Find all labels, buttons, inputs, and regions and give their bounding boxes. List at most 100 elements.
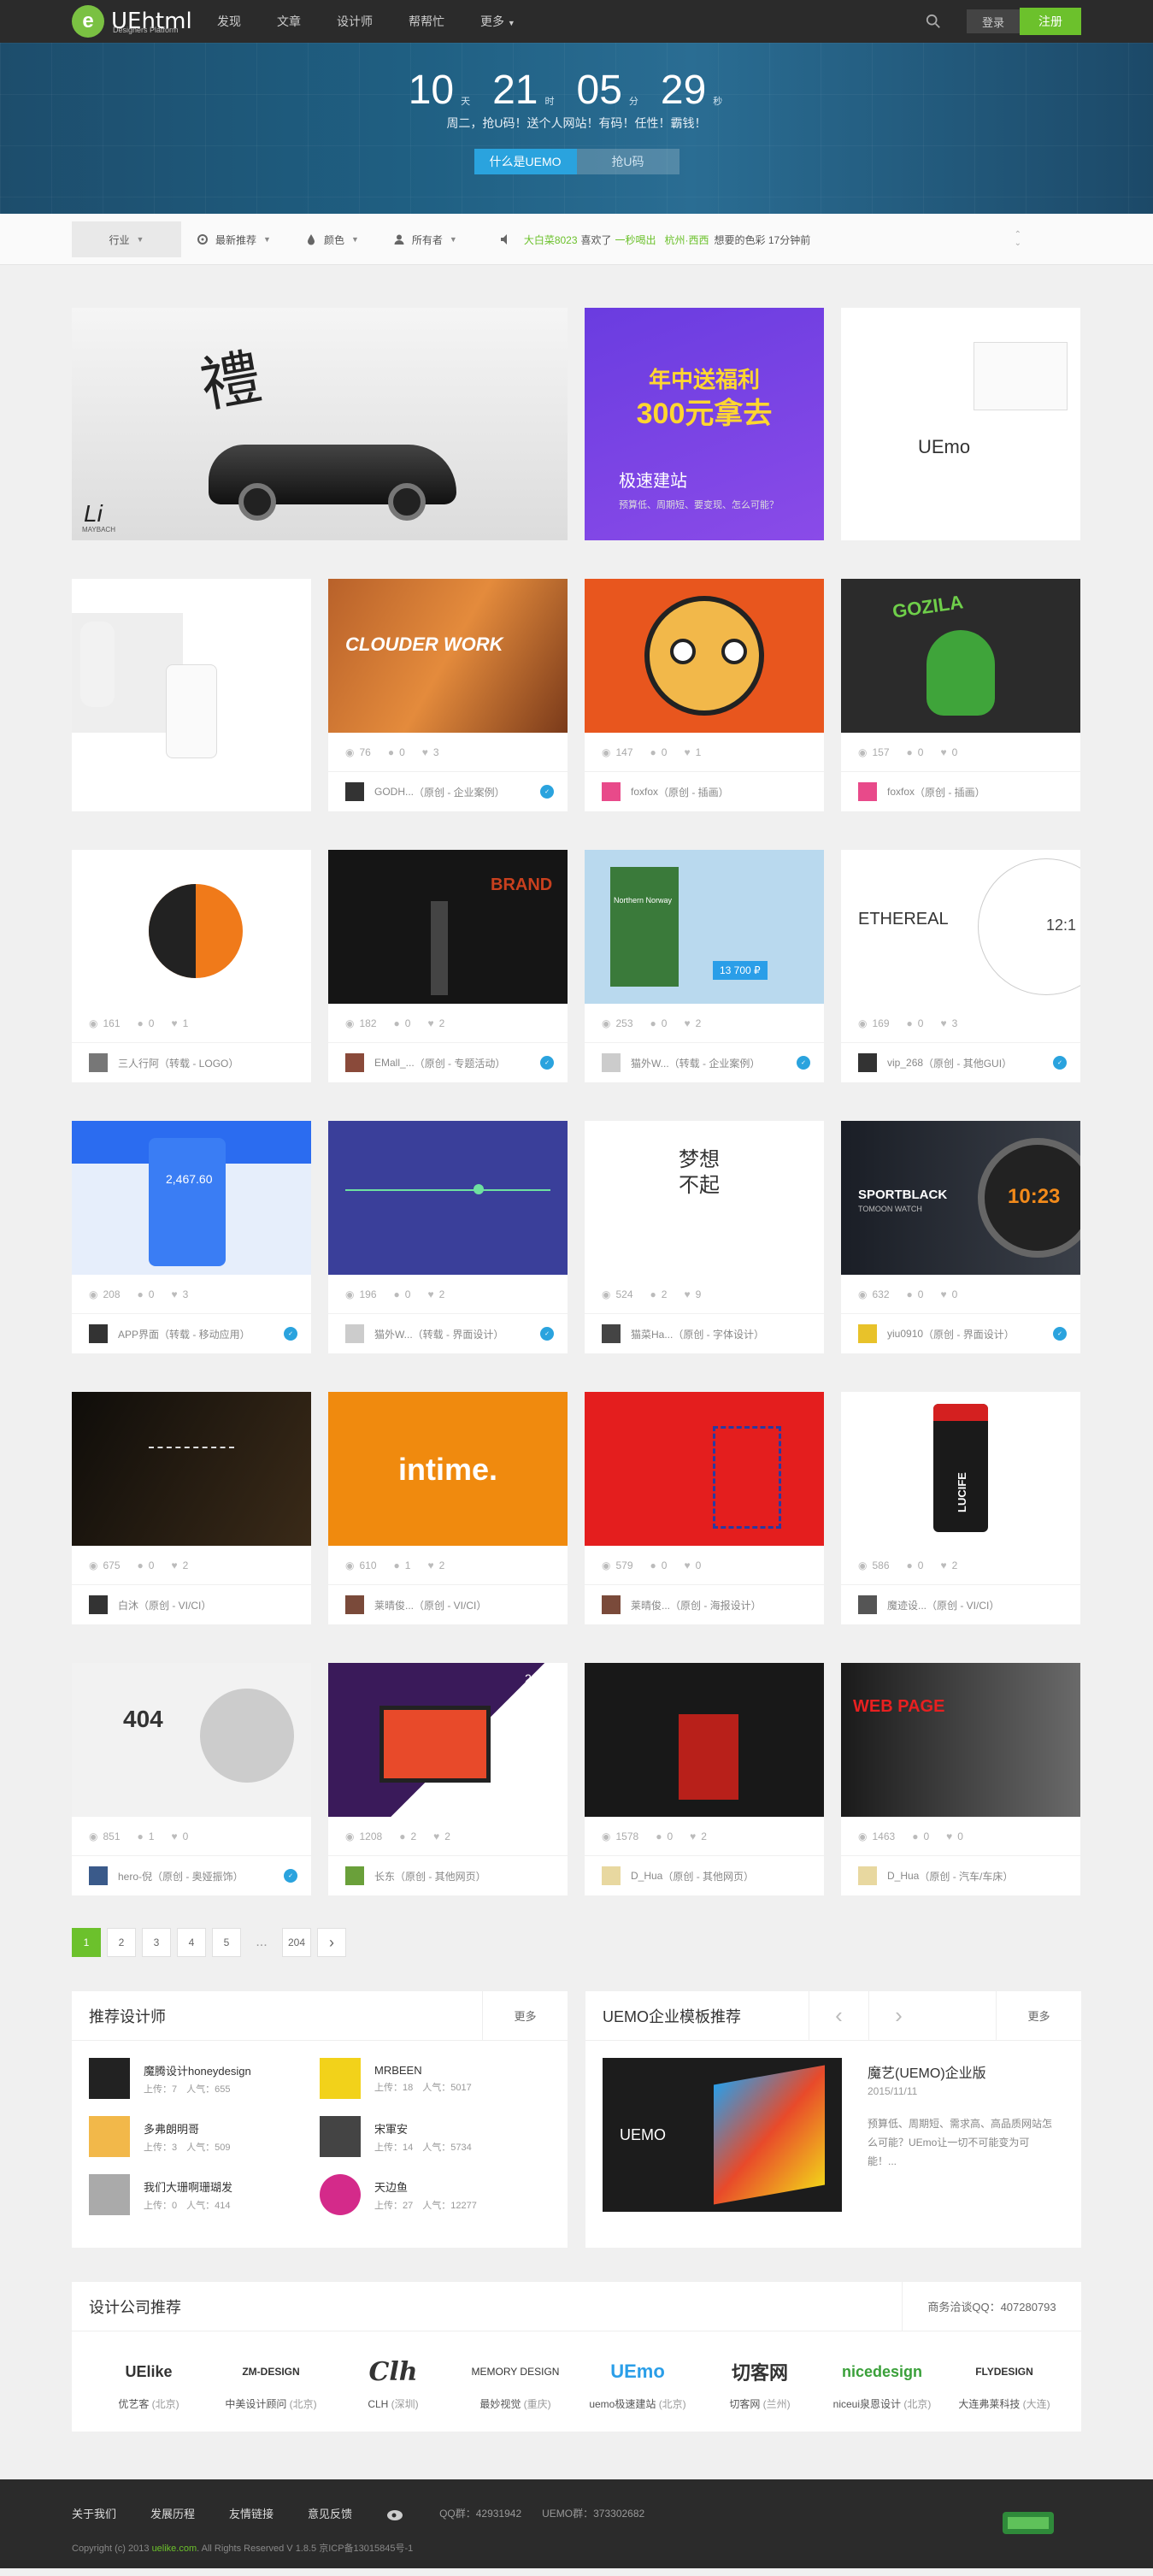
work-card[interactable]: 404 ◉ 851 ● 1 ♥ 0 hero-倪 （原创 - 奥娅振饰） ✓	[72, 1663, 311, 1895]
footer-link-friends[interactable]: 友情链接	[229, 2505, 274, 2521]
logo[interactable]: e UEhtml Designers Platform	[72, 0, 209, 43]
owner-filter[interactable]: 所有者 ▼	[393, 233, 457, 247]
color-filter[interactable]: 颜色 ▼	[305, 233, 359, 247]
work-thumbnail[interactable]: ETHEREAL 12:1	[841, 850, 1080, 1004]
nav-link-more[interactable]: 更多 ▼	[480, 13, 515, 30]
work-card[interactable]: 2016 ◉ 1208 ● 2 ♥ 2 长东 （原创 - 其他网页）	[328, 1663, 568, 1895]
work-card[interactable]: BRAND ◉ 182 ● 0 ♥ 2 EMall_... （原创 - 专题活动） ✓	[328, 850, 568, 1082]
avatar[interactable]	[345, 1324, 364, 1343]
work-card[interactable]	[72, 579, 311, 811]
author-name[interactable]: APP界面	[118, 1327, 159, 1341]
avatar[interactable]	[602, 782, 621, 801]
avatar[interactable]	[89, 1595, 108, 1614]
author-name[interactable]: foxfox	[631, 786, 658, 798]
next-page-button[interactable]: ›	[317, 1928, 346, 1957]
work-thumbnail[interactable]: 梦想 不起	[585, 1121, 824, 1275]
industry-filter[interactable]: 行业 ▼	[72, 221, 181, 257]
designer-item[interactable]: 宋軍安 上传：14 人气：5734	[320, 2116, 550, 2157]
designer-item[interactable]: 我们大珊啊珊瑚发 上传：0 人气：414	[89, 2174, 320, 2215]
ticker-user[interactable]: 大白菜8023	[524, 233, 578, 247]
avatar[interactable]	[320, 2116, 361, 2157]
author-name[interactable]: EMall_...	[374, 1057, 415, 1069]
work-card[interactable]: ETHEREAL 12:1 ◉ 169 ● 0 ♥ 3 vip_268 （原创 - 其他GU…	[841, 850, 1080, 1082]
avatar[interactable]	[858, 1595, 877, 1614]
uemo-thumbnail[interactable]: UEmo	[841, 308, 1080, 540]
designer-name[interactable]: 宋軍安	[374, 2120, 472, 2137]
footer-link-about[interactable]: 关于我们	[72, 2505, 116, 2521]
promo-thumbnail[interactable]: 年中送福利 300元拿去 极速建站 预算低、周期短、要变现、怎么可能？	[585, 308, 824, 540]
work-card[interactable]: Northern Norway 13 700 ₽ ◉ 253 ● 0 ♥ 2 猫外W...…	[585, 850, 824, 1082]
page-2[interactable]: 2	[107, 1928, 136, 1957]
work-card[interactable]: ◉ 161 ● 0 ♥ 1 三人行阿 （转载 - LOGO）	[72, 850, 311, 1082]
company-item[interactable]: Clh CLH (深圳)	[333, 2352, 453, 2411]
author-name[interactable]: 猫外W...	[374, 1327, 413, 1341]
what-is-uemo-button[interactable]: 什么是UEMO	[474, 149, 577, 174]
company-item[interactable]: UElike 优艺客 (北京)	[89, 2352, 209, 2411]
avatar[interactable]	[858, 782, 877, 801]
avatar[interactable]	[345, 1595, 364, 1614]
work-thumbnail[interactable]	[72, 579, 311, 811]
designer-item[interactable]: 天边鱼 上传：27 人气：12277	[320, 2174, 550, 2215]
ticker-arrows[interactable]: ⌃ ⌄	[1015, 231, 1021, 248]
work-card[interactable]: LUCIFE ◉ 586 ● 0 ♥ 2 魔迹设... （原创 - VI/CI）	[841, 1392, 1080, 1624]
footer-link-history[interactable]: 发展历程	[150, 2505, 195, 2521]
prev-arrow-icon[interactable]: ‹	[809, 1990, 868, 2041]
next-arrow-icon[interactable]: ›	[868, 1990, 928, 2041]
work-thumbnail[interactable]: WEB PAGE	[841, 1663, 1080, 1817]
author-name[interactable]: 三人行阿	[118, 1056, 159, 1070]
ticker-work[interactable]: 一秒喝出	[615, 233, 656, 247]
designer-item[interactable]: MRBEEN 上传：18 人气：5017	[320, 2058, 550, 2099]
page-1[interactable]: 1	[72, 1928, 101, 1957]
author-name[interactable]: 猫外W...	[631, 1056, 669, 1070]
author-name[interactable]: hero-倪	[118, 1869, 152, 1883]
avatar[interactable]	[602, 1595, 621, 1614]
company-logo[interactable]: MEMORY DESIGN	[456, 2352, 575, 2391]
company-item[interactable]: nicedesign niceui泉恩设计 (北京)	[822, 2352, 942, 2411]
avatar[interactable]	[89, 2058, 130, 2099]
work-card[interactable]: 梦想 不起 ◉ 524 ● 2 ♥ 9 猫菜Ha... （原创 - 字体设计）	[585, 1121, 824, 1353]
author-name[interactable]: yiu0910	[887, 1328, 923, 1340]
work-thumbnail[interactable]	[585, 1392, 824, 1546]
designer-item[interactable]: 魔腾设计honeydesign 上传：7 人气：655	[89, 2058, 320, 2099]
more-link[interactable]: 更多	[482, 1990, 568, 2041]
company-item[interactable]: 切客网 切客网 (兰州)	[700, 2352, 820, 2411]
chevron-down-icon[interactable]: ⌄	[1015, 239, 1021, 248]
company-item[interactable]: MEMORY DESIGN 最妙视觉 (重庆)	[456, 2352, 575, 2411]
more-link[interactable]: 更多	[996, 1990, 1081, 2041]
work-card[interactable]: GOZILA ◉ 157 ● 0 ♥ 0 foxfox （原创 - 插画）	[841, 579, 1080, 811]
designer-name[interactable]: MRBEEN	[374, 2064, 472, 2077]
page-3[interactable]: 3	[142, 1928, 171, 1957]
template-thumbnail[interactable]: UEMO	[603, 2058, 842, 2212]
author-name[interactable]: D_Hua	[887, 1870, 919, 1882]
author-name[interactable]: 长东	[374, 1869, 395, 1883]
work-card[interactable]: ◉ 675 ● 0 ♥ 2 白沐 （原创 - VI/CI）	[72, 1392, 311, 1624]
author-name[interactable]: foxfox	[887, 786, 915, 798]
avatar[interactable]	[602, 1053, 621, 1072]
avatar[interactable]	[89, 2116, 130, 2157]
work-thumbnail[interactable]	[328, 1121, 568, 1275]
footer-link-feedback[interactable]: 意见反馈	[308, 2505, 352, 2521]
login-button[interactable]: 登录	[967, 9, 1020, 33]
work-card[interactable]: SPORTBLACK TOMOON WATCH 10:23 ◉ 632 ● 0 ♥ 0 y…	[841, 1121, 1080, 1353]
designer-name[interactable]: 我们大珊啊珊瑚发	[144, 2178, 232, 2195]
company-item[interactable]: ZM-DESIGN 中美设计顾问 (北京)	[211, 2352, 331, 2411]
template-title[interactable]: 魔艺(UEMO)企业版	[868, 2061, 1056, 2082]
work-thumbnail[interactable]: SPORTBLACK TOMOON WATCH 10:23	[841, 1121, 1080, 1275]
company-item[interactable]: FLYDESIGN 大连弗莱科技 (大连)	[944, 2352, 1064, 2411]
author-name[interactable]: 莱晴俊...	[374, 1598, 414, 1612]
work-thumbnail[interactable]: 2016	[328, 1663, 568, 1817]
work-card[interactable]: ◉ 147 ● 0 ♥ 1 foxfox （原创 - 插画）	[585, 579, 824, 811]
work-card[interactable]: ◉ 196 ● 0 ♥ 2 猫外W... （转载 - 界面设计） ✓	[328, 1121, 568, 1353]
work-card[interactable]: CLOUDER WORK ◉ 76 ● 0 ♥ 3 GODH... （原创 - 企业案例） ✓	[328, 579, 568, 811]
avatar[interactable]	[89, 1053, 108, 1072]
nav-link-discover[interactable]: 发现	[217, 13, 241, 30]
nav-link-help[interactable]: 帮帮忙	[409, 13, 444, 30]
avatar[interactable]	[345, 782, 364, 801]
company-logo[interactable]: FLYDESIGN	[944, 2352, 1064, 2391]
weibo-icon[interactable]	[386, 2506, 405, 2521]
avatar[interactable]	[858, 1053, 877, 1072]
work-thumbnail[interactable]	[72, 1392, 311, 1546]
avatar[interactable]	[320, 2174, 361, 2215]
company-logo[interactable]: 切客网	[700, 2352, 820, 2391]
designer-name[interactable]: 魔腾设计honeydesign	[144, 2062, 251, 2078]
